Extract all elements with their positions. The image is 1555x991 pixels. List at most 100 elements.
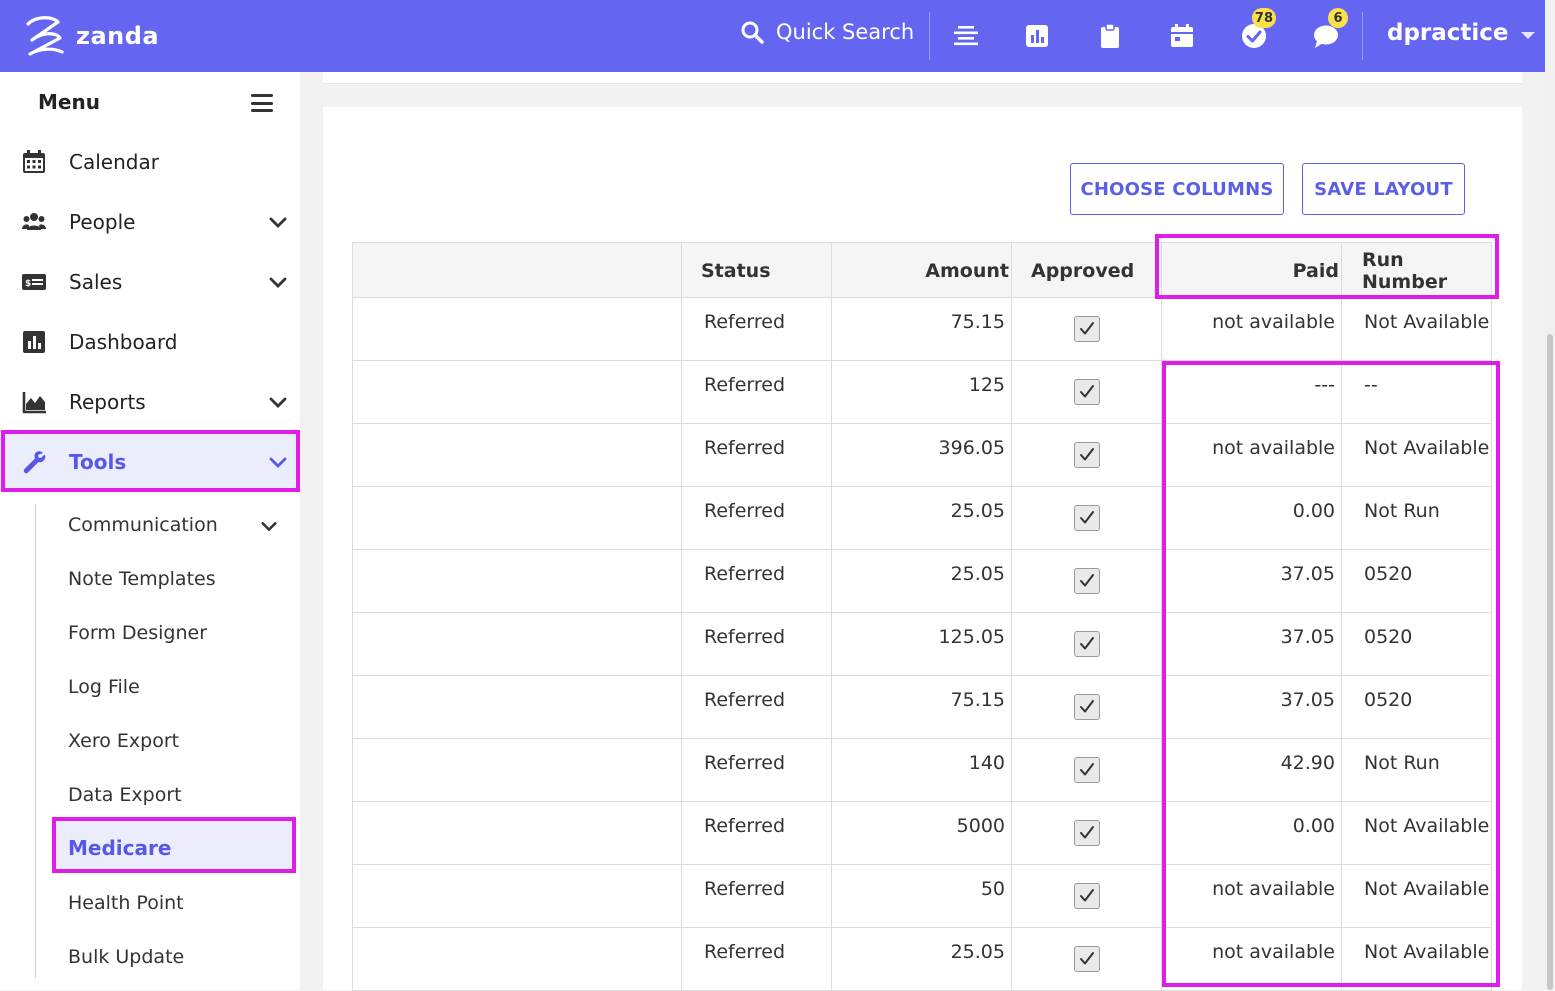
checkmark-icon (1080, 322, 1094, 335)
cell-status: Referred (704, 437, 786, 459)
column-header-run-number[interactable]: Run Number (1362, 243, 1491, 299)
list-button[interactable] (952, 22, 980, 50)
messages-button[interactable]: 6 (1312, 8, 1348, 50)
clipboard-icon (1101, 23, 1119, 48)
sidebar-item-people[interactable]: People (0, 193, 300, 251)
chart-button[interactable] (1023, 22, 1051, 50)
people-icon (21, 209, 47, 235)
table-row[interactable]: Referred 396.05 not available Not Available (352, 424, 1492, 487)
sidebar-item-label: Reports (69, 390, 146, 414)
cell-status: Referred (704, 689, 786, 711)
cell-amount: 25.05 (950, 941, 1005, 963)
chevron-down-icon (269, 217, 287, 228)
submenu-item-bulk-update[interactable]: Bulk Update (68, 946, 184, 968)
approved-checkbox[interactable] (1074, 757, 1100, 783)
cell-run-number: Not Available (1364, 815, 1490, 837)
submenu-item-label: Medicare (68, 836, 172, 860)
checkmark-icon (1080, 385, 1094, 398)
table-row[interactable]: Referred 125.05 37.05 0520 (352, 613, 1492, 676)
reports-icon (21, 389, 47, 415)
calendar-button[interactable] (1168, 22, 1196, 50)
cell-amount: 75.15 (950, 689, 1005, 711)
table-row[interactable]: Referred 75.15 37.05 0520 (352, 676, 1492, 739)
cell-status: Referred (704, 941, 786, 963)
sidebar-item-label: People (69, 210, 136, 234)
scrollbar-thumb[interactable] (1547, 334, 1553, 990)
cell-paid: not available (1212, 878, 1335, 900)
checkmark-icon (1080, 763, 1094, 776)
menu-title: Menu (38, 90, 100, 114)
cell-status: Referred (704, 626, 786, 648)
hamburger-icon[interactable] (251, 94, 273, 112)
sidebar-item-label: Tools (69, 450, 127, 474)
approved-checkbox[interactable] (1074, 316, 1100, 342)
zanda-logo[interactable]: zanda (22, 14, 159, 58)
submenu-item-xero-export[interactable]: Xero Export (68, 730, 179, 752)
chevron-down-icon (269, 457, 287, 468)
save-layout-button[interactable]: SAVE LAYOUT (1302, 163, 1465, 215)
sidebar-item-calendar[interactable]: Calendar (0, 133, 300, 191)
cell-amount: 396.05 (938, 437, 1005, 459)
submenu-item-data-export[interactable]: Data Export (68, 784, 182, 806)
approved-checkbox[interactable] (1074, 883, 1100, 909)
scrollbar[interactable] (1545, 72, 1555, 990)
cell-paid: 0.00 (1292, 815, 1335, 837)
cell-paid: 42.90 (1280, 752, 1335, 774)
cell-run-number: 0520 (1364, 626, 1413, 648)
column-header-blank[interactable] (353, 243, 682, 299)
cell-run-number: Not Available (1364, 437, 1490, 459)
column-header-approved[interactable]: Approved (1031, 243, 1134, 299)
checkmark-icon (1080, 826, 1094, 839)
submenu-item-log-file[interactable]: Log File (68, 676, 140, 698)
sidebar-item-tools[interactable]: Tools (0, 433, 300, 491)
table-row[interactable]: Referred 140 42.90 Not Run (352, 739, 1492, 802)
cell-paid: --- (1314, 374, 1335, 396)
submenu-item-note-templates[interactable]: Note Templates (68, 568, 216, 590)
checkmark-icon (1080, 574, 1094, 587)
column-header-status[interactable]: Status (701, 243, 771, 299)
column-divider (1161, 242, 1162, 990)
sidebar-item-label: Dashboard (69, 330, 178, 354)
approved-checkbox[interactable] (1074, 505, 1100, 531)
approved-checkbox[interactable] (1074, 442, 1100, 468)
approved-checkbox[interactable] (1074, 379, 1100, 405)
approved-checkbox[interactable] (1074, 820, 1100, 846)
sidebar-item-dashboard[interactable]: Dashboard (0, 313, 300, 371)
table-row[interactable]: Referred 25.05 37.05 0520 (352, 550, 1492, 613)
table-row[interactable]: Referred 25.05 not available Not Available (352, 928, 1492, 991)
table-row[interactable]: Referred 25.05 0.00 Not Run (352, 487, 1492, 550)
submenu-item-communication[interactable]: Communication (68, 514, 218, 536)
approved-checkbox[interactable] (1074, 946, 1100, 972)
table-row[interactable]: Referred 50 not available Not Available (352, 865, 1492, 928)
quick-search[interactable]: Quick Search (740, 20, 914, 44)
table-header: Status Amount Approved Paid Run Number (352, 242, 1492, 298)
sidebar-item-sales[interactable]: $ Sales (0, 253, 300, 311)
cell-paid: not available (1212, 437, 1335, 459)
submenu-item-health-point[interactable]: Health Point (68, 892, 184, 914)
cell-paid: not available (1212, 311, 1335, 333)
choose-columns-button[interactable]: CHOOSE COLUMNS (1070, 163, 1284, 215)
cell-run-number: 0520 (1364, 689, 1413, 711)
cell-status: Referred (704, 815, 786, 837)
cell-status: Referred (704, 311, 786, 333)
calendar-icon (1171, 24, 1193, 47)
cell-run-number: Not Available (1364, 941, 1490, 963)
cell-status: Referred (704, 500, 786, 522)
column-header-paid[interactable]: Paid (1161, 243, 1339, 299)
approved-checkbox[interactable] (1074, 568, 1100, 594)
tasks-button[interactable]: 78 (1240, 8, 1276, 50)
column-header-amount[interactable]: Amount (831, 243, 1009, 299)
submenu-item-form-designer[interactable]: Form Designer (68, 622, 207, 644)
table-row[interactable]: Referred 5000 0.00 Not Available (352, 802, 1492, 865)
cell-status: Referred (704, 374, 786, 396)
divider (929, 12, 930, 60)
table-row[interactable]: Referred 75.15 not available Not Available (352, 298, 1492, 361)
approved-checkbox[interactable] (1074, 631, 1100, 657)
cell-amount: 125.05 (938, 626, 1005, 648)
clipboard-button[interactable] (1096, 22, 1124, 50)
sidebar-item-reports[interactable]: Reports (0, 373, 300, 431)
table-row[interactable]: Referred 125 --- -- (352, 361, 1492, 424)
approved-checkbox[interactable] (1074, 694, 1100, 720)
chevron-down-icon[interactable] (260, 517, 278, 535)
user-menu[interactable]: dpractice (1387, 20, 1535, 46)
